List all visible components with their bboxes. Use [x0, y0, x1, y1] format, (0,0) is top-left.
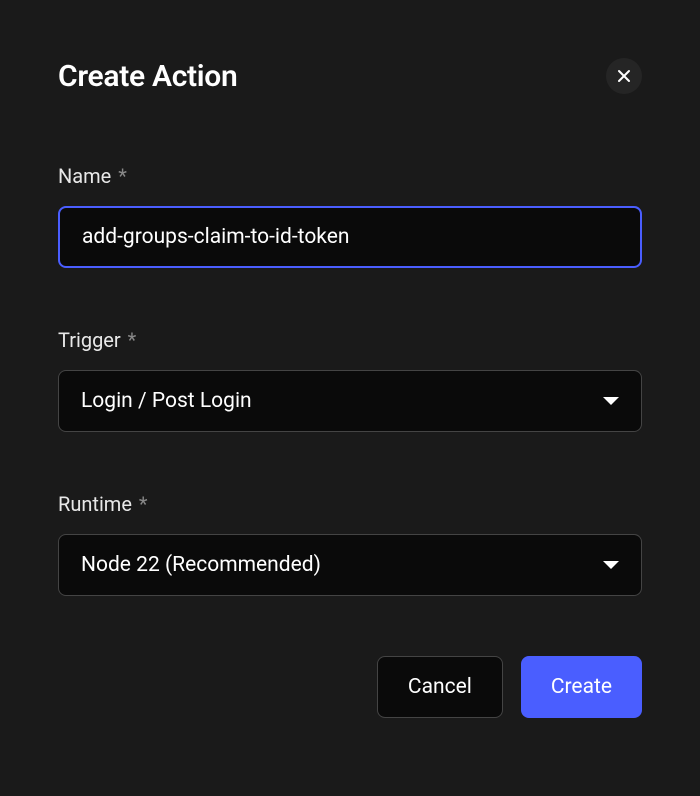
runtime-select[interactable]: Node 22 (Recommended) [58, 534, 642, 596]
create-button[interactable]: Create [521, 656, 642, 718]
modal-title: Create Action [58, 59, 237, 94]
name-label-text: Name [58, 164, 111, 188]
name-label: Name * [58, 164, 642, 188]
button-row: Cancel Create [58, 656, 642, 718]
required-mark: * [123, 328, 137, 352]
cancel-button[interactable]: Cancel [377, 656, 503, 718]
runtime-label-text: Runtime [58, 492, 132, 516]
runtime-select-value: Node 22 (Recommended) [81, 553, 321, 577]
modal-header: Create Action [58, 58, 642, 94]
close-icon [616, 68, 632, 84]
runtime-field-group: Runtime * Node 22 (Recommended) [58, 492, 642, 596]
required-mark: * [113, 164, 127, 188]
trigger-select-value: Login / Post Login [81, 389, 252, 413]
trigger-select[interactable]: Login / Post Login [58, 370, 642, 432]
runtime-label: Runtime * [58, 492, 642, 516]
chevron-down-icon [603, 397, 619, 405]
name-input[interactable] [58, 206, 642, 268]
trigger-field-group: Trigger * Login / Post Login [58, 328, 642, 432]
close-button[interactable] [606, 58, 642, 94]
trigger-label: Trigger * [58, 328, 642, 352]
required-mark: * [134, 492, 148, 516]
name-field-group: Name * [58, 164, 642, 268]
trigger-label-text: Trigger [58, 328, 121, 352]
chevron-down-icon [603, 561, 619, 569]
runtime-select-wrapper: Node 22 (Recommended) [58, 534, 642, 596]
trigger-select-wrapper: Login / Post Login [58, 370, 642, 432]
